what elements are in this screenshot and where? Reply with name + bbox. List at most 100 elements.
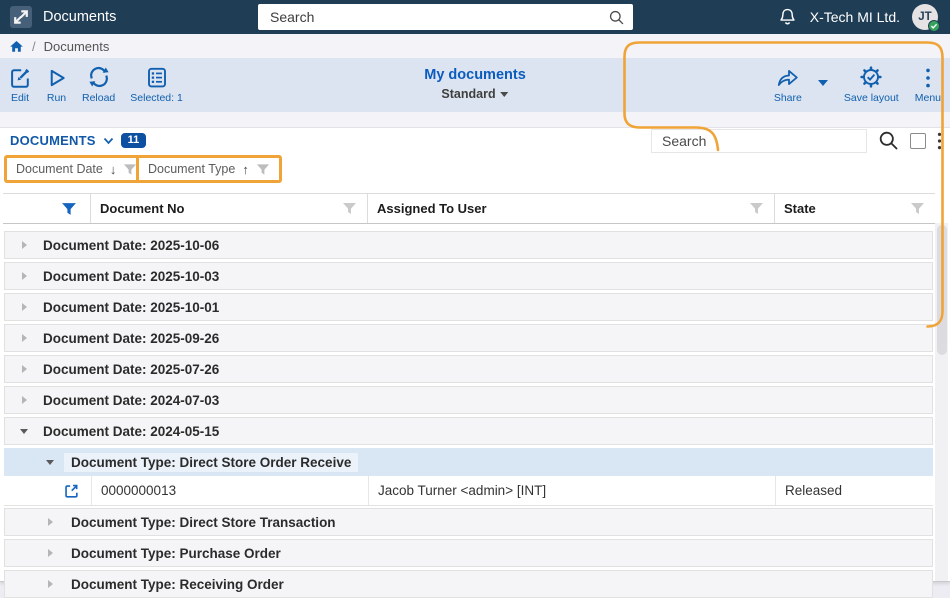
select-all-checkbox-icon[interactable] (910, 132, 926, 149)
group-label: Document Date: 2025-09-26 (43, 330, 220, 346)
grid-title-dropdown[interactable]: DOCUMENTS 11 (10, 133, 147, 148)
selected-button[interactable]: Selected: 1 (130, 65, 183, 104)
group-row[interactable]: Document Date: 2025-07-26 (4, 355, 933, 383)
column-header-selection[interactable] (3, 194, 91, 223)
collapse-icon[interactable] (45, 459, 55, 466)
breadcrumb-separator: / (32, 38, 36, 54)
grid-title[interactable]: DOCUMENTS (10, 133, 96, 148)
group-label: Document Date: 2025-07-26 (43, 361, 220, 377)
group-row[interactable]: Document Type: Receiving Order (4, 570, 933, 598)
notifications-bell-icon[interactable] (777, 6, 798, 28)
share-button[interactable]: Share (774, 65, 802, 104)
home-icon[interactable] (9, 39, 24, 53)
group-row[interactable]: Document Date: 2025-10-01 (4, 293, 933, 321)
save-layout-label: Save layout (843, 92, 899, 104)
group-row[interactable]: Document Date: 2024-07-03 (4, 386, 933, 414)
expand-icon[interactable] (45, 579, 55, 589)
group-row[interactable]: Document Date: 2024-05-15 (4, 417, 933, 445)
view-variant[interactable]: Standard (441, 87, 495, 101)
record-count-badge: 11 (120, 133, 147, 148)
column-header-document-no[interactable]: Document No (91, 194, 368, 223)
collapse-icon[interactable] (19, 428, 29, 435)
group-row[interactable]: Document Date: 2025-09-26 (4, 324, 933, 352)
filter-icon[interactable] (910, 202, 925, 215)
run-icon (46, 65, 67, 89)
chip-label: Document Type (148, 162, 236, 176)
expand-icon[interactable] (19, 271, 29, 281)
group-label: Document Type: Purchase Order (71, 545, 281, 561)
user-avatar[interactable]: JT (912, 4, 940, 32)
cell-state: Released (785, 483, 843, 498)
grid-search-input[interactable] (660, 131, 858, 150)
group-label: Document Date: 2024-07-03 (43, 392, 220, 408)
group-label: Document Type: Receiving Order (71, 576, 284, 592)
expand-icon[interactable] (45, 517, 55, 527)
selected-label: Selected: 1 (130, 92, 183, 104)
reload-icon (87, 65, 111, 89)
group-row[interactable]: Document Type: Direct Store Transaction (4, 508, 933, 536)
group-row[interactable]: Document Date: 2025-10-06 (4, 231, 933, 259)
company-selector[interactable]: X-Tech MI Ltd. (810, 9, 900, 25)
save-layout-gear-icon (859, 65, 883, 89)
group-label: Document Date: 2024-05-15 (43, 423, 220, 439)
column-header-state[interactable]: State (775, 194, 935, 223)
search-icon[interactable] (878, 130, 899, 151)
table-header: Document No Assigned To User State (3, 193, 935, 224)
grid-search[interactable] (651, 128, 867, 153)
save-layout-button[interactable]: Save layout (844, 65, 899, 104)
expand-icon[interactable] (19, 333, 29, 343)
group-row[interactable]: Document Type: Purchase Order (4, 539, 933, 567)
global-search-input[interactable] (268, 8, 608, 26)
grid-menu-icon[interactable] (937, 132, 942, 150)
edit-button[interactable]: Edit (9, 65, 31, 104)
edit-icon (9, 65, 31, 89)
menu-button[interactable]: Menu (915, 65, 941, 104)
cell-assigned-to: Jacob Turner <admin> [INT] (369, 476, 776, 505)
view-selector[interactable]: My documents Standard (424, 67, 526, 101)
group-row[interactable]: Document Date: 2025-10-03 (4, 262, 933, 290)
column-label: Document No (100, 201, 185, 216)
vertical-scrollbar[interactable] (935, 223, 948, 581)
global-search[interactable] (258, 4, 633, 30)
group-chip-document-date[interactable]: Document Date ↓ (4, 155, 150, 183)
share-dropdown-icon[interactable] (817, 80, 828, 86)
table-row[interactable]: 0000000013 Jacob Turner <admin> [INT] Rele… (4, 476, 933, 506)
filter-icon[interactable] (342, 202, 357, 215)
expand-icon[interactable] (19, 364, 29, 374)
group-by-bar: Document Date ↓ Document Type ↑ (0, 153, 950, 193)
filter-icon[interactable] (256, 163, 270, 176)
app-logo-icon[interactable] (10, 6, 32, 28)
action-toolbar: Edit Run Reload Selected: 1 My documents… (0, 58, 950, 112)
sort-desc-icon[interactable]: ↓ (110, 162, 117, 177)
selected-list-icon (146, 65, 168, 89)
column-label: Assigned To User (377, 201, 487, 216)
group-label: Document Type: Direct Store Transaction (71, 514, 336, 530)
column-header-assigned-to-user[interactable]: Assigned To User (368, 194, 775, 223)
filter-icon[interactable] (749, 202, 764, 215)
expand-icon[interactable] (19, 240, 29, 250)
expand-icon[interactable] (19, 302, 29, 312)
app-title: Documents (43, 9, 117, 25)
scrollbar-thumb[interactable] (936, 225, 947, 355)
filter-icon-active[interactable] (61, 202, 77, 216)
expand-icon[interactable] (45, 548, 55, 558)
group-label: Document Date: 2025-10-01 (43, 299, 220, 315)
reload-button[interactable]: Reload (82, 65, 115, 104)
group-row[interactable]: Document Type: Direct Store Order Receiv… (4, 448, 933, 476)
expand-icon[interactable] (19, 395, 29, 405)
run-label: Run (46, 92, 67, 104)
search-icon[interactable] (608, 9, 625, 26)
group-label: Document Date: 2025-10-03 (43, 268, 220, 284)
group-label: Document Date: 2025-10-06 (43, 237, 220, 253)
edit-label: Edit (10, 92, 30, 104)
run-button[interactable]: Run (46, 65, 67, 104)
sort-asc-icon[interactable]: ↑ (242, 162, 249, 177)
menu-label: Menu (914, 92, 941, 104)
view-title[interactable]: My documents (424, 67, 526, 83)
breadcrumb-current[interactable]: Documents (44, 39, 110, 54)
share-icon (775, 65, 801, 89)
group-label: Document Type: Direct Store Order Receiv… (64, 452, 359, 472)
open-record-icon[interactable] (62, 482, 80, 500)
group-chip-document-type[interactable]: Document Type ↑ (136, 155, 282, 183)
chevron-down-icon (103, 137, 113, 144)
